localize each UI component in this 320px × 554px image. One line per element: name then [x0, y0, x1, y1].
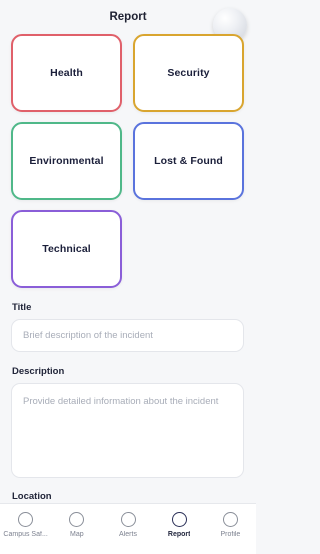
tab-alerts[interactable]: Alerts: [102, 504, 153, 554]
tab-campus-safety[interactable]: Campus Saf...: [0, 504, 51, 554]
tab-report[interactable]: Report: [154, 504, 205, 554]
circle-icon: [18, 512, 34, 527]
title-input[interactable]: [11, 319, 244, 352]
tab-label: Alerts: [119, 531, 137, 538]
location-label: Location: [12, 491, 52, 502]
category-label: Security: [167, 67, 210, 79]
category-card-security[interactable]: Security: [133, 34, 244, 112]
tab-label: Campus Saf...: [3, 531, 48, 538]
category-label: Environmental: [29, 155, 104, 167]
tab-profile[interactable]: Profile: [205, 504, 256, 554]
circle-icon: [120, 512, 136, 527]
tab-map[interactable]: Map: [51, 504, 102, 554]
tab-label: Profile: [220, 531, 241, 538]
category-card-environmental[interactable]: Environmental: [11, 122, 122, 200]
tab-label: Report: [167, 531, 191, 538]
bottom-tab-bar: Campus Saf... Map Alerts Report Profile: [0, 503, 256, 554]
description-label: Description: [12, 366, 65, 377]
tab-label: Map: [69, 531, 84, 538]
category-label: Lost & Found: [154, 155, 223, 167]
category-label: Health: [50, 67, 83, 79]
circle-icon: [69, 512, 85, 527]
category-label: Technical: [42, 243, 91, 255]
category-card-health[interactable]: Health: [11, 34, 122, 112]
description-input[interactable]: [11, 383, 244, 478]
report-screen: Report Health Security Environmental Los…: [0, 0, 256, 554]
title-label: Title: [12, 302, 32, 313]
category-card-technical[interactable]: Technical: [11, 210, 122, 288]
circle-icon: [222, 512, 238, 527]
circle-icon: [171, 512, 187, 527]
category-card-lost-found[interactable]: Lost & Found: [133, 122, 244, 200]
